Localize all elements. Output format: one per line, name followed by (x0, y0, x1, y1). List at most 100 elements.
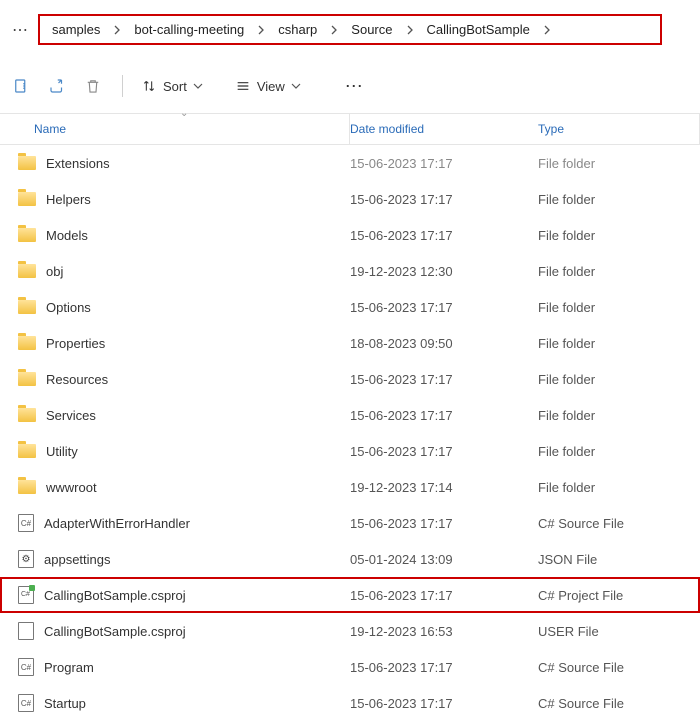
sort-label: Sort (163, 79, 187, 94)
new-button[interactable] (6, 71, 36, 101)
file-name: Extensions (46, 156, 110, 171)
chevron-right-icon (542, 25, 552, 35)
table-row[interactable]: Helpers 15-06-2023 17:17File folder (0, 181, 700, 217)
file-date: 15-06-2023 17:17 (350, 408, 538, 423)
file-date: 15-06-2023 17:17 (350, 660, 538, 675)
file-type: File folder (538, 228, 700, 243)
file-name: CallingBotSample.csproj (44, 624, 186, 639)
breadcrumb-item[interactable]: samples (48, 22, 104, 37)
file-name: wwwroot (46, 480, 97, 495)
file-date: 19-12-2023 17:14 (350, 480, 538, 495)
file-type: C# Source File (538, 516, 700, 531)
table-row[interactable]: Services 15-06-2023 17:17File folder (0, 397, 700, 433)
file-name: AdapterWithErrorHandler (44, 516, 190, 531)
table-row[interactable]: Extensions 15-06-2023 17:17File folder (0, 145, 700, 181)
column-type[interactable]: Type (538, 114, 700, 144)
table-row[interactable]: CallingBotSample.csproj15-06-2023 17:17C… (0, 577, 700, 613)
file-type: USER File (538, 624, 700, 639)
file-type: C# Source File (538, 660, 700, 675)
file-date: 15-06-2023 17:17 (350, 444, 538, 459)
csproj-icon (18, 586, 34, 604)
folder-icon (18, 228, 36, 242)
file-date: 15-06-2023 17:17 (350, 516, 538, 531)
file-name: Helpers (46, 192, 91, 207)
file-type: File folder (538, 192, 700, 207)
more-button[interactable]: ⋯ (335, 76, 375, 97)
file-type: File folder (538, 408, 700, 423)
user-icon (18, 622, 34, 640)
file-type: File folder (538, 372, 700, 387)
chevron-down-icon (291, 79, 301, 94)
table-row[interactable]: Options 15-06-2023 17:17File folder (0, 289, 700, 325)
view-dropdown[interactable]: View (231, 78, 305, 94)
file-date: 15-06-2023 17:17 (350, 228, 538, 243)
file-name: Resources (46, 372, 108, 387)
chevron-right-icon (405, 25, 415, 35)
table-row[interactable]: obj 19-12-2023 12:30File folder (0, 253, 700, 289)
breadcrumb-item[interactable]: csharp (274, 22, 321, 37)
file-type: JSON File (538, 552, 700, 567)
share-button[interactable] (42, 71, 72, 101)
folder-icon (18, 372, 36, 386)
file-date: 18-08-2023 09:50 (350, 336, 538, 351)
breadcrumb-item[interactable]: Source (347, 22, 396, 37)
file-name: Models (46, 228, 88, 243)
file-name: Startup (44, 696, 86, 711)
file-date: 15-06-2023 17:17 (350, 300, 538, 315)
file-name: Properties (46, 336, 105, 351)
folder-icon (18, 408, 36, 422)
file-name: Program (44, 660, 94, 675)
cs-icon (18, 514, 34, 532)
file-name: Options (46, 300, 91, 315)
view-label: View (257, 79, 285, 94)
folder-icon (18, 480, 36, 494)
file-type: File folder (538, 300, 700, 315)
file-type: C# Source File (538, 696, 700, 711)
table-row[interactable]: Resources 15-06-2023 17:17File folder (0, 361, 700, 397)
column-headers: ⌄ Name Date modified Type (0, 114, 700, 145)
delete-button[interactable] (78, 71, 108, 101)
folder-icon (18, 156, 36, 170)
json-icon (18, 550, 34, 568)
chevron-down-icon (193, 79, 203, 94)
table-row[interactable]: Utility15-06-2023 17:17File folder (0, 433, 700, 469)
folder-icon (18, 444, 36, 458)
sort-dropdown[interactable]: Sort (137, 78, 207, 94)
column-name[interactable]: Name (0, 114, 350, 144)
table-row[interactable]: Startup 15-06-2023 17:17C# Source File (0, 685, 700, 721)
file-date: 15-06-2023 17:17 (350, 588, 538, 603)
table-row[interactable]: Properties 18-08-2023 09:50File folder (0, 325, 700, 361)
file-date: 15-06-2023 17:17 (350, 696, 538, 711)
folder-icon (18, 336, 36, 350)
table-row[interactable]: appsettings05-01-2024 13:09JSON File (0, 541, 700, 577)
breadcrumb-item[interactable]: bot-calling-meeting (130, 22, 248, 37)
file-list: Extensions15-06-2023 17:17File folderHel… (0, 145, 700, 721)
table-row[interactable]: AdapterWithErrorHandler 15-06-2023 17:17C… (0, 505, 700, 541)
table-row[interactable]: Models 15-06-2023 17:17File folder (0, 217, 700, 253)
file-type: C# Project File (538, 588, 700, 603)
breadcrumb-item[interactable]: CallingBotSample (423, 22, 534, 37)
table-row[interactable]: Program 15-06-2023 17:17C# Source File (0, 649, 700, 685)
file-date: 19-12-2023 12:30 (350, 264, 538, 279)
chevron-right-icon (256, 25, 266, 35)
chevron-right-icon (329, 25, 339, 35)
file-type: File folder (538, 264, 700, 279)
table-row[interactable]: wwwroot19-12-2023 17:14File folder (0, 469, 700, 505)
file-name: obj (46, 264, 63, 279)
folder-icon (18, 300, 36, 314)
file-type: File folder (538, 336, 700, 351)
file-name: Utility (46, 444, 78, 459)
folder-icon (18, 264, 36, 278)
breadcrumb[interactable]: samples bot-calling-meeting csharp Source Ca… (38, 14, 662, 45)
chevron-right-icon (112, 25, 122, 35)
cs-icon (18, 658, 34, 676)
overflow-left-icon[interactable]: ⋯ (12, 20, 30, 40)
file-date: 15-06-2023 17:17 (350, 192, 538, 207)
file-type: File folder (538, 156, 700, 171)
file-name: Services (46, 408, 96, 423)
cs-icon (18, 694, 34, 712)
file-date: 15-06-2023 17:17 (350, 372, 538, 387)
column-date[interactable]: Date modified (350, 114, 538, 144)
file-date: 15-06-2023 17:17 (350, 156, 538, 171)
table-row[interactable]: CallingBotSample.csproj19-12-2023 16:53U… (0, 613, 700, 649)
